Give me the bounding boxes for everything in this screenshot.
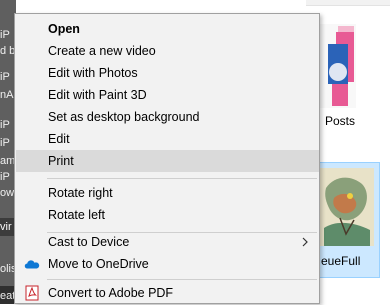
menu-item-print[interactable]: Print (16, 150, 319, 172)
menu-item-label: Set as desktop background (48, 110, 200, 124)
menu-item-create-video[interactable]: Create a new video (16, 40, 319, 62)
menu-item-label: Edit with Photos (48, 66, 138, 80)
menu-item-label: Open (48, 22, 80, 36)
background-item-text: iP (0, 29, 10, 41)
explorer-top-strip (306, 0, 390, 6)
drawing-thumbnail[interactable] (320, 168, 374, 246)
menu-item-label: Edit with Paint 3D (48, 88, 147, 102)
background-item-text: nA (0, 89, 14, 101)
menu-separator (47, 178, 317, 179)
menu-item-rotate-right[interactable]: Rotate right (16, 182, 319, 204)
menu-item-edit[interactable]: Edit (16, 128, 319, 150)
menu-item-label: Create a new video (48, 44, 156, 58)
adobe-pdf-icon (25, 285, 39, 301)
menu-item-open[interactable]: Open (16, 18, 319, 40)
menu-item-edit-with-photos[interactable]: Edit with Photos (16, 62, 319, 84)
menu-item-label: Print (48, 154, 74, 168)
menu-item-label: Edit (48, 132, 70, 146)
posts-thumbnail[interactable] (318, 24, 358, 108)
menu-item-cast-to-device[interactable]: Cast to Device (16, 231, 319, 253)
menu-item-convert-to-adobe-pdf[interactable]: Convert to Adobe PDF (16, 282, 319, 304)
background-item-text: eat (0, 290, 16, 302)
background-item-text: iP (0, 171, 10, 183)
background-item-text: iP (0, 119, 10, 131)
menu-separator (47, 279, 317, 280)
menu-item-move-to-onedrive[interactable]: Move to OneDrive (16, 253, 319, 275)
menu-item-edit-with-paint3d[interactable]: Edit with Paint 3D (16, 84, 319, 106)
drawing-thumbnail-label: eueFull (321, 254, 361, 268)
menu-item-set-desktop-background[interactable]: Set as desktop background (16, 106, 319, 128)
menu-item-label: Convert to Adobe PDF (48, 286, 174, 300)
background-item-text: ow (0, 187, 15, 199)
menu-item-rotate-left[interactable]: Rotate left (16, 204, 319, 226)
background-item-text: vir (0, 221, 12, 233)
chevron-right-icon (302, 237, 308, 247)
posts-thumbnail-label: Posts (325, 114, 356, 128)
background-item-text: iP (0, 137, 10, 149)
menu-item-label: Cast to Device (48, 235, 130, 249)
menu-item-label: Move to OneDrive (48, 257, 149, 271)
background-item-text: iP (0, 71, 10, 83)
menu-item-label: Rotate right (48, 186, 113, 200)
menu-item-label: Rotate left (48, 208, 105, 222)
background-item-text: am (0, 155, 16, 167)
context-menu: Open Create a new video Edit with Photos… (14, 13, 320, 304)
cloud-icon (24, 260, 40, 269)
